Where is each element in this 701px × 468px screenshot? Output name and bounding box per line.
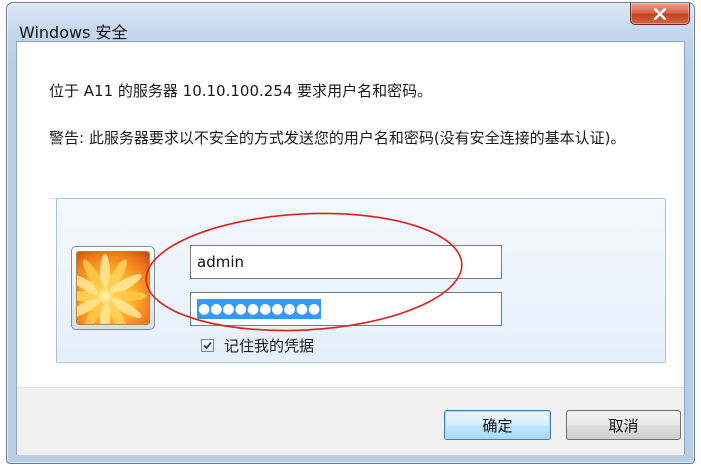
username-value: admin xyxy=(197,253,244,271)
username-input[interactable]: admin xyxy=(190,245,502,279)
server-request-message: 位于 A11 的服务器 10.10.100.254 要求用户名和密码。 xyxy=(49,82,433,100)
security-warning-message: 警告: 此服务器要求以不安全的方式发送您的用户名和密码(没有安全连接的基本认证)… xyxy=(49,129,626,147)
title-bar[interactable]: Windows 安全 xyxy=(7,3,694,42)
dialog-client-area: 位于 A11 的服务器 10.10.100.254 要求用户名和密码。 警告: … xyxy=(16,41,685,455)
cancel-button[interactable]: 取消 xyxy=(566,410,681,440)
remember-credentials-row[interactable]: 记住我的凭据 xyxy=(201,335,314,356)
dialog-button-bar: 确定 取消 xyxy=(17,387,684,455)
password-value-selected: ●●●●●●●●●● xyxy=(197,299,322,319)
window-title: Windows 安全 xyxy=(19,23,128,42)
checkmark-icon xyxy=(203,341,212,350)
remember-credentials-checkbox[interactable] xyxy=(201,339,214,352)
user-avatar xyxy=(71,246,155,330)
dialog-content: 位于 A11 的服务器 10.10.100.254 要求用户名和密码。 警告: … xyxy=(17,42,684,392)
windows-security-dialog: Windows 安全 位于 A11 的服务器 10.10.100.254 要求用… xyxy=(6,2,695,464)
close-button[interactable] xyxy=(630,3,690,25)
avatar-flower-icon xyxy=(76,251,150,325)
credential-tile[interactable]: admin ●●●●●●●●●● 记住我的凭据 xyxy=(56,198,666,363)
remember-credentials-label: 记住我的凭据 xyxy=(224,337,315,355)
ok-button[interactable]: 确定 xyxy=(444,410,551,440)
password-input[interactable]: ●●●●●●●●●● xyxy=(190,292,502,326)
close-icon xyxy=(653,7,667,20)
